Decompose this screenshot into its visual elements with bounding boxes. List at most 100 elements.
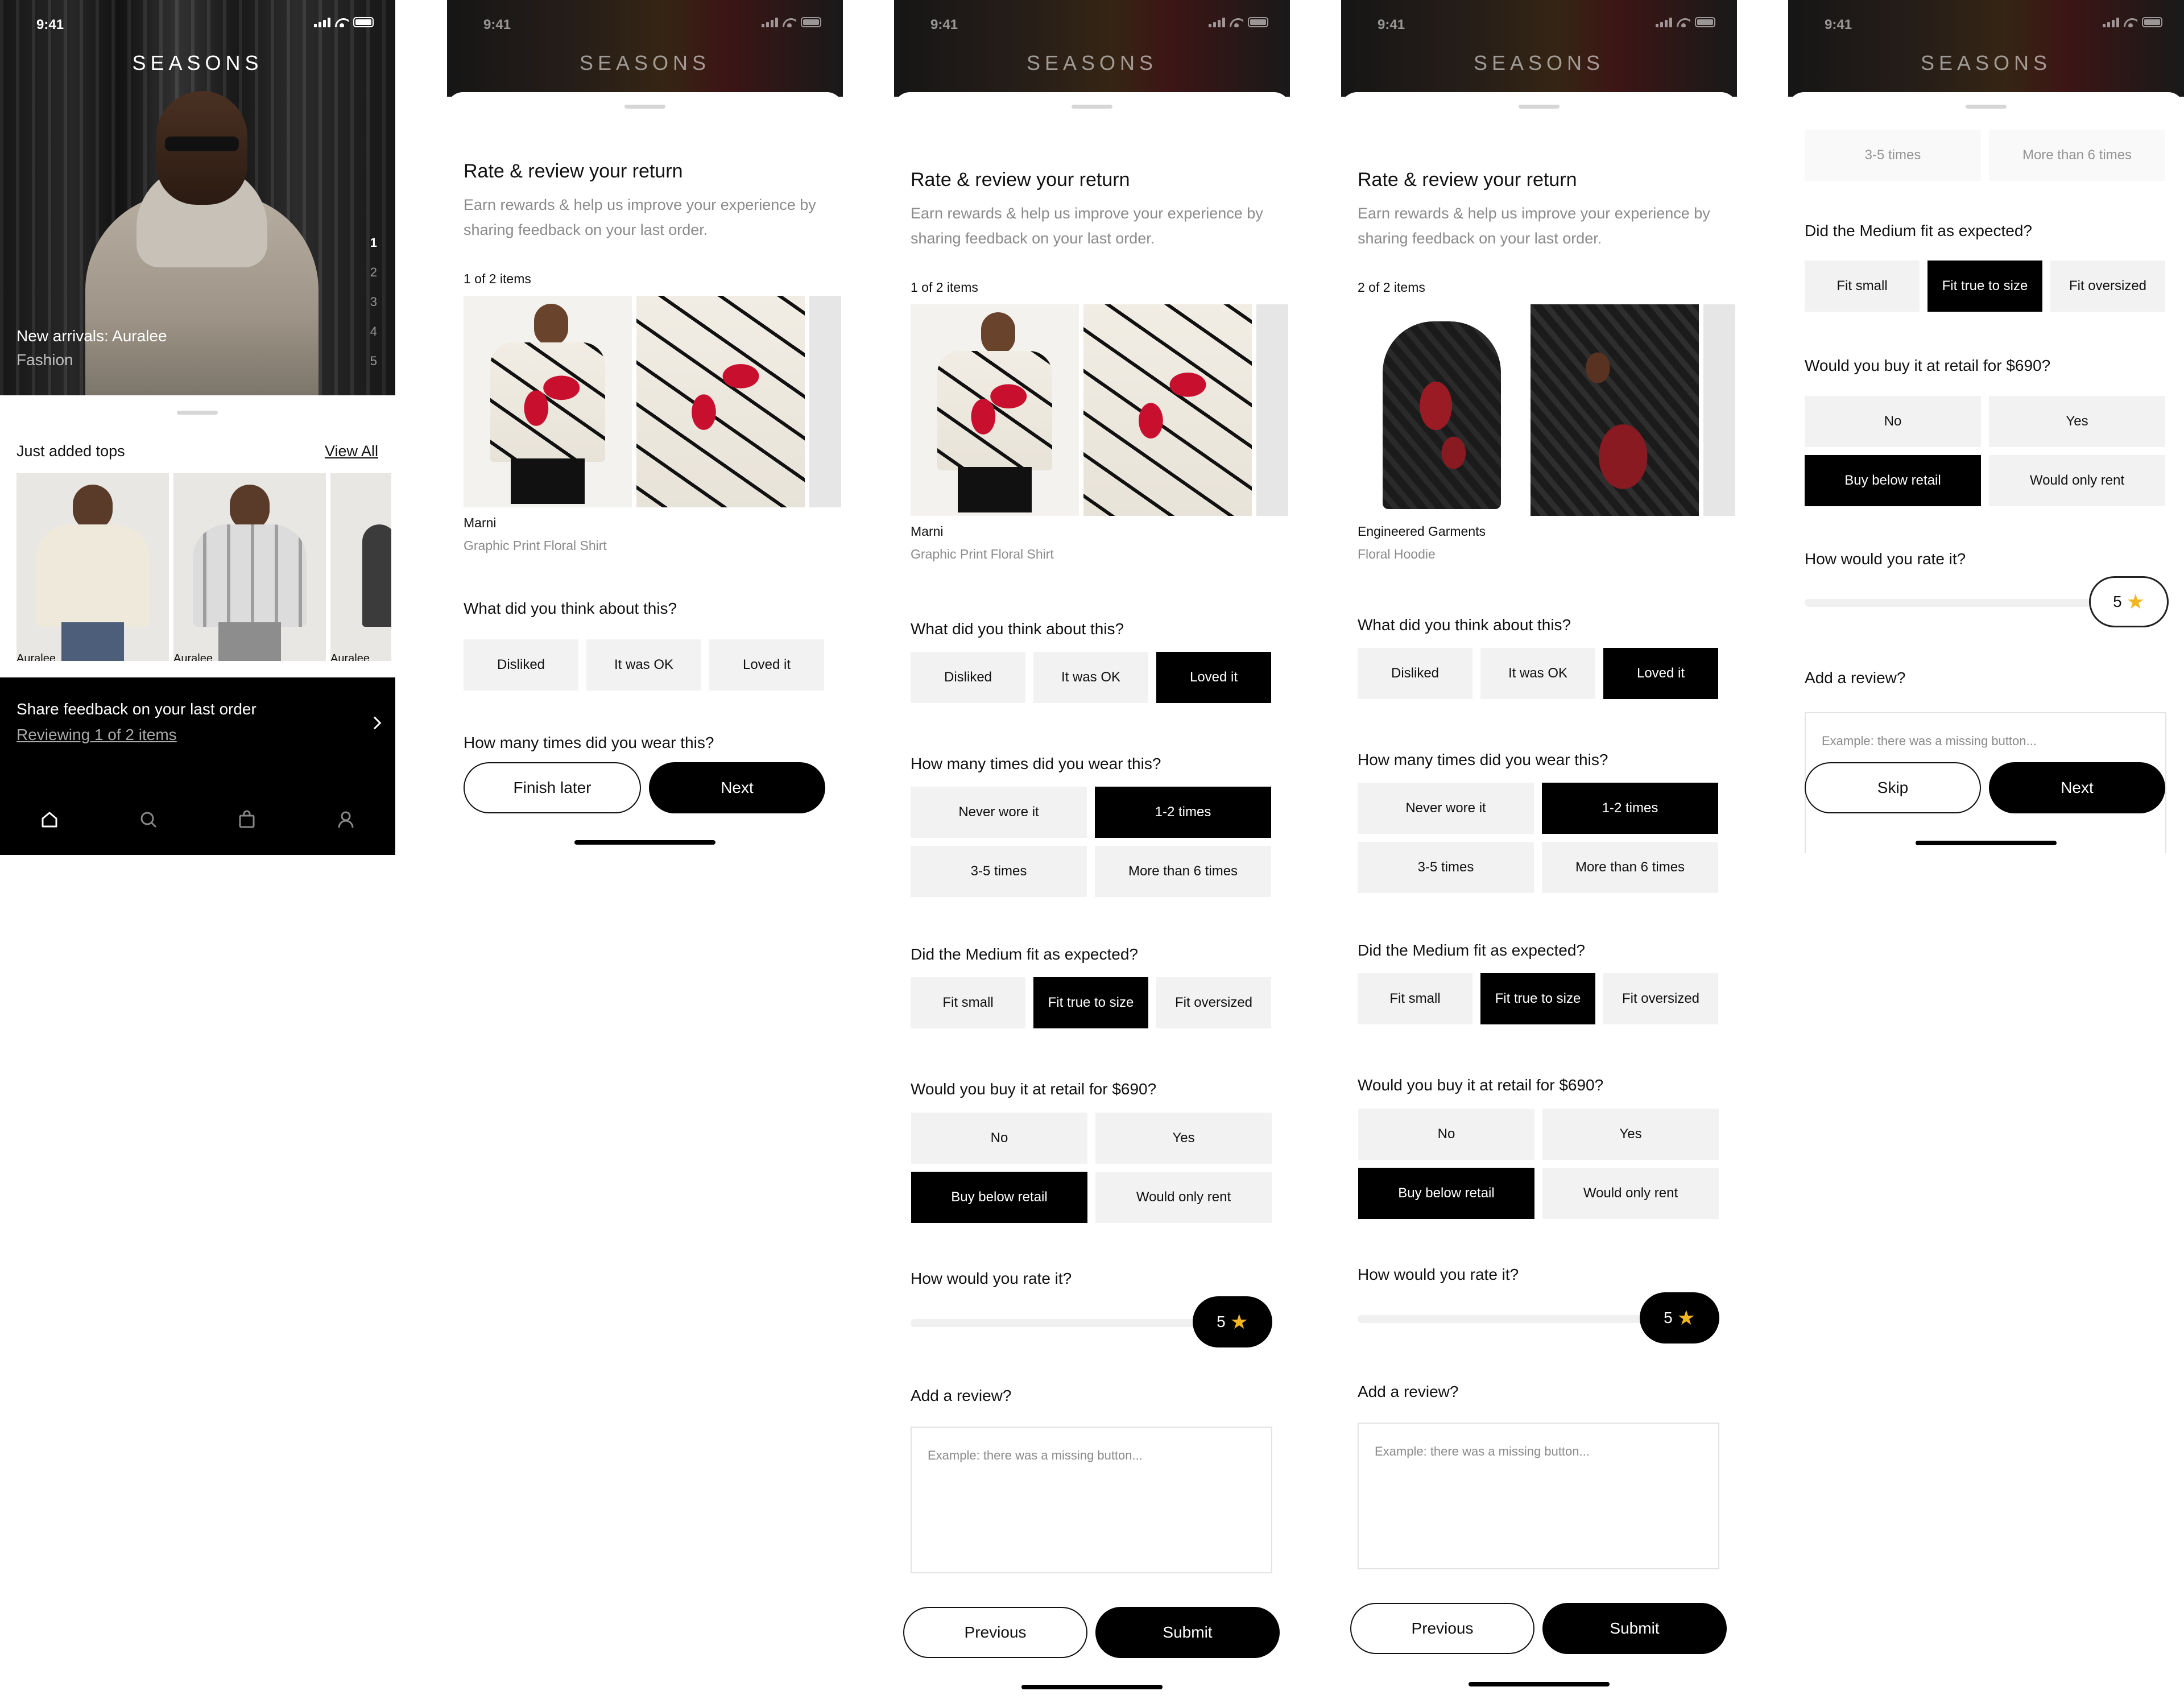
rating-slider[interactable]: 5 ★ (1805, 576, 2169, 627)
product-card[interactable]: Auralee (330, 473, 391, 661)
option-disliked[interactable]: Disliked (911, 652, 1025, 703)
sheet-handle[interactable] (1966, 105, 2007, 109)
option-more-than-6[interactable]: More than 6 times (1095, 846, 1271, 897)
previous-button[interactable]: Previous (903, 1607, 1087, 1658)
skip-button[interactable]: Skip (1805, 762, 1981, 813)
option-no[interactable]: No (1358, 1109, 1534, 1160)
option-would-only-rent[interactable]: Would only rent (1095, 1172, 1272, 1223)
star-icon: ★ (1677, 1306, 1695, 1329)
option-1-2-times[interactable]: 1-2 times (1542, 783, 1718, 834)
option-it-was-ok[interactable]: It was OK (1033, 652, 1148, 703)
drawer-handle[interactable] (177, 411, 218, 415)
review-textarea[interactable]: Example: there was a missing button... (1358, 1423, 1719, 1569)
view-all-link[interactable]: View All (325, 443, 378, 460)
submit-button[interactable]: Submit (1542, 1603, 1727, 1654)
option-3-5-times[interactable]: 3-5 times (911, 846, 1087, 897)
option-never-wore[interactable]: Never wore it (911, 787, 1087, 838)
search-icon[interactable] (137, 808, 160, 831)
option-fit-oversized[interactable]: Fit oversized (1603, 973, 1718, 1024)
finish-later-button[interactable]: Finish later (464, 762, 641, 813)
option-1-2-times[interactable]: 1-2 times (1095, 787, 1271, 838)
product-photo (809, 296, 841, 507)
hero-banner[interactable]: 9:41 SEASONS New arrivals: Auralee Fashi… (0, 0, 395, 395)
question-review: Add a review? (1805, 669, 1906, 687)
next-button[interactable]: Next (1989, 762, 2165, 813)
option-yes[interactable]: Yes (1989, 396, 2165, 447)
feedback-progress-link[interactable]: Reviewing 1 of 2 items (16, 726, 177, 744)
option-never-wore[interactable]: Never wore it (1358, 783, 1534, 834)
product-card[interactable]: Auralee (173, 473, 326, 661)
option-fit-small[interactable]: Fit small (911, 977, 1025, 1028)
sheet-handle[interactable] (1072, 105, 1112, 109)
rating-thumb[interactable]: 5 ★ (1640, 1292, 1719, 1344)
option-fit-small[interactable]: Fit small (1805, 261, 1920, 312)
option-no[interactable]: No (1805, 396, 1981, 447)
option-it-was-ok[interactable]: It was OK (1480, 648, 1595, 699)
option-would-only-rent[interactable]: Would only rent (1542, 1168, 1719, 1219)
product-gallery[interactable] (464, 296, 841, 507)
pager-item[interactable]: 1 (370, 236, 377, 250)
product-carousel[interactable]: Auralee Auralee Auralee (16, 473, 391, 661)
slider-track[interactable] (911, 1319, 1229, 1327)
product-name: Graphic Print Floral Shirt (911, 547, 1054, 561)
option-fit-true[interactable]: Fit true to size (1927, 261, 2042, 312)
status-bar: 9:41 (894, 0, 1290, 51)
home-icon[interactable] (38, 808, 61, 831)
option-loved-it[interactable]: Loved it (1156, 652, 1271, 703)
pager-item[interactable]: 3 (370, 295, 377, 309)
think-options: Disliked It was OK Loved it (464, 639, 824, 691)
option-more-than-6[interactable]: More than 6 times (1989, 130, 2165, 181)
option-buy-below-retail[interactable]: Buy below retail (1805, 455, 1981, 506)
option-would-only-rent[interactable]: Would only rent (1989, 455, 2165, 506)
slider-track[interactable] (1358, 1315, 1676, 1323)
option-disliked[interactable]: Disliked (1358, 648, 1472, 699)
option-3-5-times[interactable]: 3-5 times (1358, 842, 1534, 893)
action-buttons: Finish later Next (464, 762, 825, 813)
pager-item[interactable]: 5 (370, 354, 377, 368)
option-fit-oversized[interactable]: Fit oversized (2050, 261, 2165, 312)
rating-slider[interactable]: 5 ★ (1358, 1292, 1719, 1344)
option-yes[interactable]: Yes (1542, 1109, 1719, 1160)
option-loved-it[interactable]: Loved it (709, 639, 824, 691)
option-fit-small[interactable]: Fit small (1358, 973, 1472, 1024)
profile-icon[interactable] (334, 808, 357, 831)
sheet-handle[interactable] (1519, 105, 1560, 109)
bag-icon[interactable] (235, 808, 258, 831)
rating-slider[interactable]: 5 ★ (911, 1296, 1272, 1347)
question-rate: How would you rate it? (1358, 1266, 1519, 1283)
action-buttons: Previous Submit (903, 1607, 1280, 1658)
option-fit-oversized[interactable]: Fit oversized (1156, 977, 1271, 1028)
submit-button[interactable]: Submit (1095, 1607, 1280, 1658)
option-loved-it[interactable]: Loved it (1603, 648, 1718, 699)
previous-button[interactable]: Previous (1350, 1603, 1534, 1654)
rating-thumb[interactable]: 5 ★ (2089, 576, 2169, 627)
review-textarea[interactable]: Example: there was a missing button... (911, 1427, 1272, 1573)
product-card[interactable]: Auralee (16, 473, 169, 661)
option-yes[interactable]: Yes (1095, 1113, 1272, 1164)
rating-thumb[interactable]: 5 ★ (1193, 1296, 1272, 1347)
option-fit-true[interactable]: Fit true to size (1480, 973, 1595, 1024)
hero-pager[interactable]: 1 2 3 4 5 (370, 236, 377, 368)
option-buy-below-retail[interactable]: Buy below retail (911, 1172, 1087, 1223)
option-no[interactable]: No (911, 1113, 1087, 1164)
option-it-was-ok[interactable]: It was OK (586, 639, 701, 691)
option-3-5-times[interactable]: 3-5 times (1805, 130, 1981, 181)
brand-logo: SEASONS (1920, 51, 2052, 75)
option-buy-below-retail[interactable]: Buy below retail (1358, 1168, 1534, 1219)
option-disliked[interactable]: Disliked (464, 639, 578, 691)
next-button[interactable]: Next (649, 762, 825, 813)
product-gallery[interactable] (911, 304, 1288, 516)
review-sheet: Rate & review your return Earn rewards &… (894, 92, 1290, 1699)
product-gallery[interactable] (1358, 304, 1735, 516)
pager-item[interactable]: 2 (370, 266, 377, 279)
chevron-right-icon[interactable] (368, 716, 382, 730)
option-more-than-6[interactable]: More than 6 times (1542, 842, 1718, 893)
feedback-banner[interactable]: Share feedback on your last order Review… (0, 677, 395, 855)
product-photo (1531, 304, 1699, 516)
slider-track[interactable] (1805, 599, 2123, 607)
option-fit-true[interactable]: Fit true to size (1033, 977, 1148, 1028)
sheet-handle[interactable] (624, 105, 665, 109)
pager-item[interactable]: 4 (370, 325, 377, 338)
signal-icon (1656, 17, 1672, 27)
feedback-title: Share feedback on your last order (16, 700, 257, 718)
